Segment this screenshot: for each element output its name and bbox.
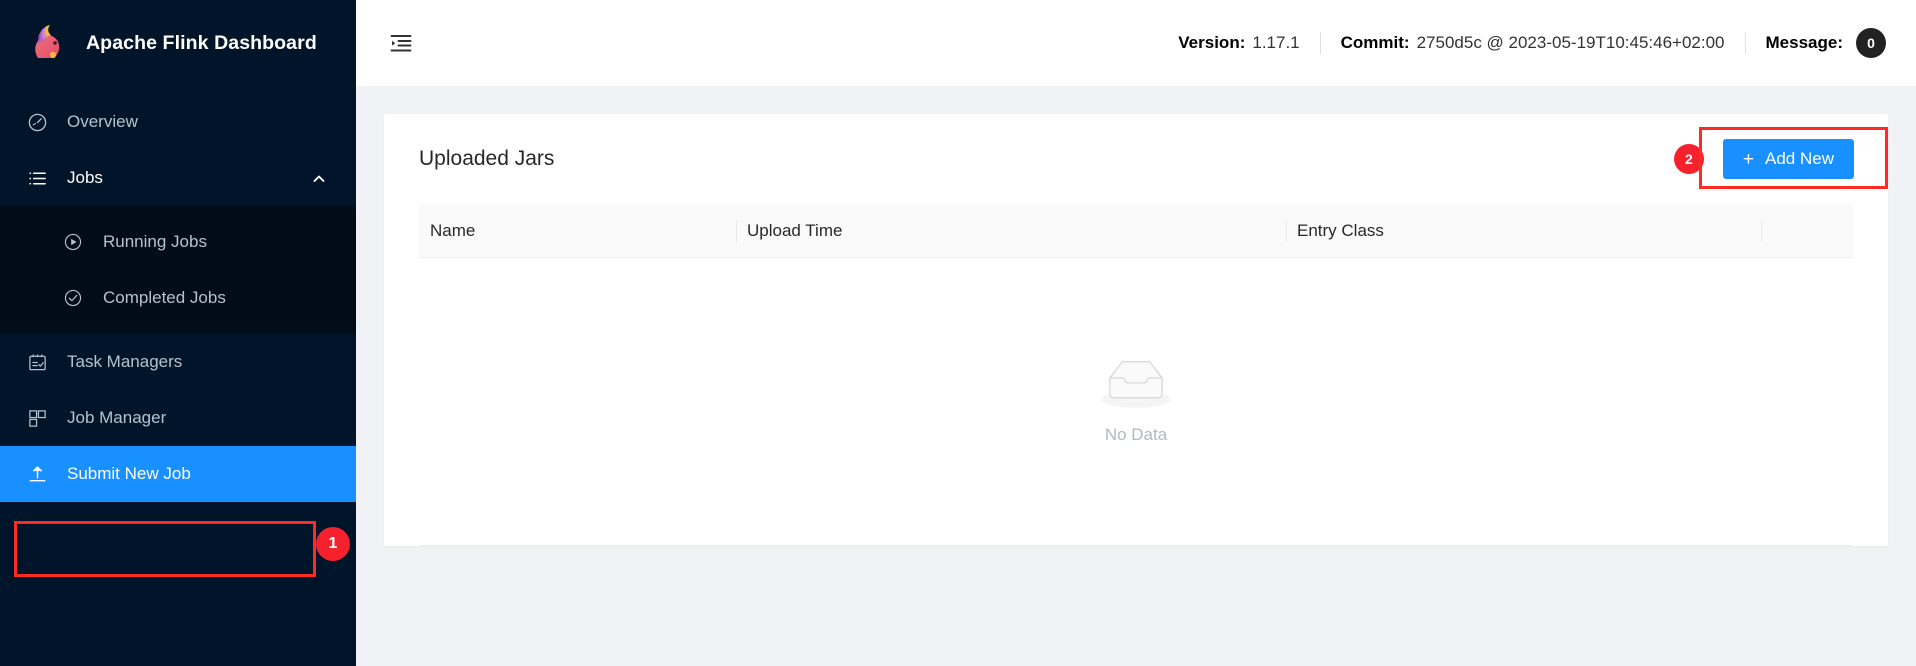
commit-value: 2750d5c @ 2023-05-19T10:45:46+02:00 [1416, 33, 1725, 52]
column-header-actions [1761, 204, 1853, 257]
jars-table: Name Upload Time Entry Class No Data [384, 204, 1888, 546]
message-count-badge[interactable]: 0 [1856, 28, 1886, 58]
table-body: No Data [419, 258, 1853, 546]
sidebar-item-label: Running Jobs [103, 232, 207, 251]
annotation-badge-2: 2 [1673, 144, 1704, 174]
commit-label: Commit: [1340, 33, 1410, 52]
sidebar-item-label: Submit New Job [67, 464, 191, 483]
app-root: Apache Flink Dashboard Overview Jobs Run… [0, 0, 1916, 666]
sidebar-submenu-jobs: Running Jobs Completed Jobs [0, 206, 356, 334]
sidebar-item-submit-new-job[interactable]: Submit New Job [0, 446, 356, 502]
sidebar-item-running-jobs[interactable]: Running Jobs [0, 214, 356, 270]
divider [1319, 32, 1321, 54]
topbar: Version: 1.17.1 Commit: 2750d5c @ 2023-0… [356, 0, 1916, 86]
add-new-button-label: Add New [1765, 149, 1834, 168]
version-label: Version: [1178, 33, 1246, 52]
sidebar-item-overview[interactable]: Overview [0, 94, 356, 150]
chevron-up-icon [312, 171, 326, 185]
check-circle-icon [62, 287, 84, 309]
annotation-box-submit-new-job [14, 521, 316, 577]
content-area: Uploaded Jars 2 + Add New Name Upload Ti… [356, 86, 1916, 666]
empty-state-text: No Data [1104, 425, 1168, 444]
list-icon [26, 167, 48, 189]
blocks-icon [26, 407, 48, 429]
empty-inbox-icon [1096, 358, 1176, 414]
card-header: Uploaded Jars 2 + Add New [384, 114, 1888, 204]
empty-state: No Data [1096, 358, 1176, 445]
brand-title: Apache Flink Dashboard [86, 31, 317, 54]
sidebar-menu: Overview Jobs Running Jobs Completed Job… [0, 94, 356, 502]
page-title: Uploaded Jars [419, 147, 555, 170]
plus-icon: + [1742, 148, 1755, 170]
sidebar-item-label: Jobs [67, 168, 103, 187]
upload-icon [26, 463, 48, 485]
sidebar-item-label: Overview [67, 112, 138, 131]
card-header-actions: 2 + Add New [1673, 139, 1854, 179]
topbar-info: Version: 1.17.1 Commit: 2750d5c @ 2023-0… [1178, 28, 1886, 58]
sidebar-item-job-manager[interactable]: Job Manager [0, 390, 356, 446]
column-header-entry-class[interactable]: Entry Class [1286, 204, 1761, 257]
column-header-name[interactable]: Name [419, 204, 736, 257]
dashboard-icon [26, 111, 48, 133]
uploaded-jars-card: Uploaded Jars 2 + Add New Name Upload Ti… [384, 114, 1888, 546]
schedule-icon [26, 351, 48, 373]
column-header-upload-time[interactable]: Upload Time [736, 204, 1286, 257]
sidebar-item-completed-jobs[interactable]: Completed Jobs [0, 270, 356, 326]
sidebar: Apache Flink Dashboard Overview Jobs Run… [0, 0, 356, 666]
sidebar-item-jobs[interactable]: Jobs [0, 150, 356, 206]
message-label: Message: [1765, 33, 1843, 52]
sidebar-item-task-managers[interactable]: Task Managers [0, 334, 356, 390]
flink-squirrel-logo-icon [30, 22, 70, 64]
table-header-row: Name Upload Time Entry Class [419, 204, 1853, 258]
sidebar-item-label: Job Manager [67, 408, 167, 427]
version-value: 1.17.1 [1252, 33, 1300, 52]
sidebar-item-label: Task Managers [67, 352, 183, 371]
sidebar-item-label: Completed Jobs [103, 288, 226, 307]
divider [1744, 32, 1746, 54]
add-new-button[interactable]: + Add New [1722, 139, 1854, 179]
main-area: Version: 1.17.1 Commit: 2750d5c @ 2023-0… [356, 0, 1916, 666]
menu-fold-icon[interactable] [384, 26, 418, 60]
brand-header: Apache Flink Dashboard [0, 0, 356, 86]
play-circle-icon [62, 231, 84, 253]
annotation-badge-1: 1 [316, 527, 350, 561]
